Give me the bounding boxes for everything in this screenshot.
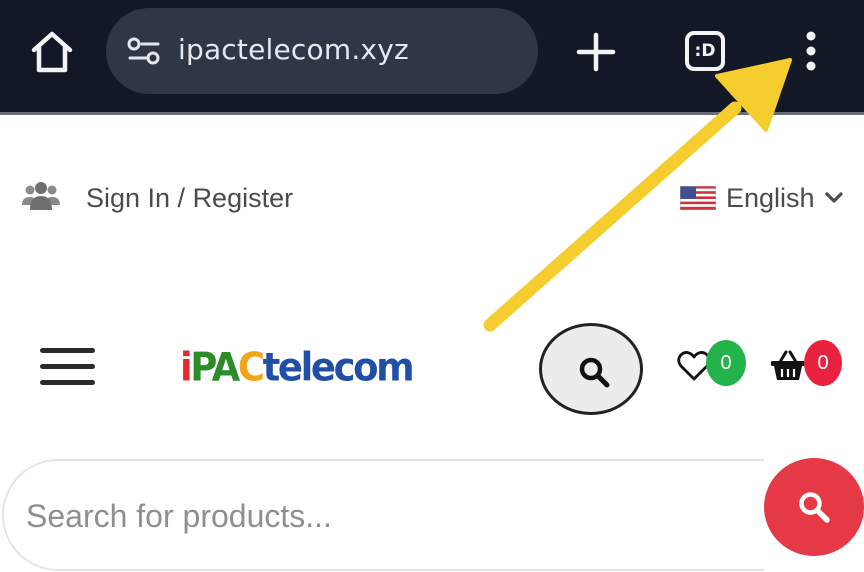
browser-toolbar: ipactelecom.xyz :D: [0, 0, 864, 112]
search-icon: [799, 492, 830, 523]
browser-menu-button[interactable]: [798, 30, 824, 74]
cart-count-badge: 0: [804, 340, 842, 386]
site-settings-icon: [127, 37, 160, 65]
logo-part-pa: PA: [190, 344, 240, 391]
plus-icon: [576, 32, 616, 72]
new-tab-button[interactable]: [574, 30, 618, 74]
tab-switcher-button[interactable]: :D: [685, 31, 725, 71]
tab-switcher-icon: :D: [694, 41, 716, 61]
main-menu-button[interactable]: [40, 346, 95, 388]
sign-in-register-link[interactable]: Sign In / Register: [86, 180, 293, 216]
toolbar-divider: [0, 112, 864, 115]
chevron-down-icon: [824, 192, 843, 203]
site-logo[interactable]: iPACtelecom: [180, 343, 415, 393]
users-icon: [21, 181, 61, 211]
home-button[interactable]: [28, 28, 76, 76]
language-selector[interactable]: English: [680, 180, 843, 216]
us-flag-icon: [680, 186, 716, 210]
logo-part-telecom: telecom: [262, 344, 415, 391]
logo-part-i: i: [180, 344, 193, 391]
search-toggle-button[interactable]: [539, 323, 643, 415]
search-icon: [579, 357, 610, 388]
logo-part-c: C: [237, 344, 265, 391]
product-search-field: [2, 459, 764, 571]
search-submit-button[interactable]: [764, 458, 864, 556]
wishlist-count-badge: 0: [706, 340, 746, 386]
hamburger-icon: [40, 348, 95, 385]
language-label: English: [726, 183, 815, 213]
url-text[interactable]: ipactelecom.xyz: [178, 32, 409, 68]
home-icon: [31, 31, 73, 73]
basket-icon: [771, 350, 805, 380]
address-bar[interactable]: ipactelecom.xyz: [106, 8, 538, 94]
product-search-input[interactable]: [26, 493, 726, 539]
more-vert-icon: [806, 31, 816, 71]
site-settings-button[interactable]: [126, 36, 162, 66]
